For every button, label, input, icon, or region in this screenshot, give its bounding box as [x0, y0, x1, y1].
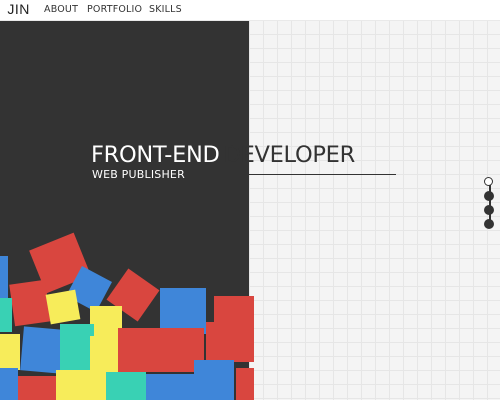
- blue-square: [194, 360, 234, 400]
- red-square: [206, 322, 249, 362]
- nav-about[interactable]: ABOUT: [44, 4, 78, 15]
- page: FRONT-ENDDEVELOPER WEB PUBLISHER ◖ JIN A…: [0, 0, 500, 400]
- yellow-square: [56, 370, 106, 400]
- red-square: [18, 376, 56, 400]
- hero-title: FRONT-END DEVELOPER: [91, 142, 355, 168]
- yellow-square: [90, 336, 120, 372]
- hero-title-left: FRONT-END: [91, 142, 220, 168]
- blue-square: [0, 368, 18, 400]
- teal-square: [106, 372, 146, 400]
- teal-square: [0, 298, 12, 332]
- pager-dot-4[interactable]: [484, 219, 494, 229]
- logo-text: JIN: [7, 1, 30, 17]
- section-pager: [484, 177, 496, 229]
- nav-portfolio[interactable]: PORTFOLIO: [87, 4, 142, 15]
- logo-mark: ◖: [0, 1, 3, 17]
- top-nav: ◖ JIN ABOUT PORTFOLIO SKILLS: [0, 0, 500, 21]
- pager-dot-3[interactable]: [484, 205, 494, 215]
- hero-subtitle: WEB PUBLISHER: [92, 168, 185, 181]
- pager-dot-1[interactable]: [484, 177, 493, 186]
- logo[interactable]: ◖ JIN: [0, 1, 30, 17]
- pager-dot-2[interactable]: [484, 191, 494, 201]
- nav-skills[interactable]: SKILLS: [149, 4, 182, 15]
- red-square: [118, 328, 204, 372]
- hero-title-right: DEVELOPER: [223, 142, 356, 168]
- yellow-square: [0, 334, 20, 370]
- title-underline: [249, 174, 396, 175]
- red-square: [9, 279, 51, 327]
- pager-line: [489, 182, 491, 222]
- blue-square: [146, 374, 196, 400]
- blue-square: [0, 256, 8, 304]
- decorative-shapes: [0, 0, 249, 400]
- blue-square: [20, 326, 64, 374]
- yellow-square: [45, 289, 81, 325]
- teal-square: [60, 324, 94, 370]
